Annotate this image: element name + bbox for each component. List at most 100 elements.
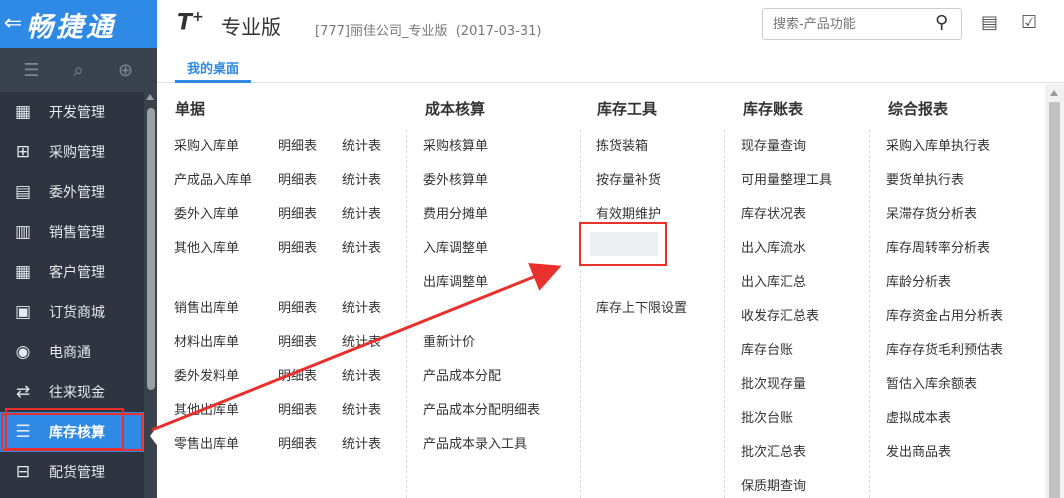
report-link[interactable]: 采购入库单执行表 bbox=[886, 135, 990, 154]
sidebar-item-cash[interactable]: ⇄ 往来现金 bbox=[0, 372, 144, 412]
tool-link[interactable]: 库存上下限设置 bbox=[596, 297, 687, 316]
cost-link[interactable]: 重新计价 bbox=[423, 331, 475, 350]
detail-link[interactable]: 明细表 bbox=[278, 237, 317, 256]
sidebar-item-store[interactable]: ▣ 订货商城 bbox=[0, 292, 144, 332]
detail-link[interactable]: 明细表 bbox=[278, 331, 317, 350]
sidebar-item-label: 客户管理 bbox=[49, 265, 105, 281]
bill-link[interactable]: 委外发料单 bbox=[174, 365, 239, 384]
ledger-link[interactable]: 现存量查询 bbox=[741, 135, 806, 154]
ledger-link[interactable]: 批次台账 bbox=[741, 407, 793, 426]
summary-link[interactable]: 统计表 bbox=[342, 135, 381, 154]
sidebar-nav: ▦ 开发管理 ⊞ 采购管理 ▤ 委外管理 ▥ 销售管理 ▦ 客户管理 ▣ 订货商… bbox=[0, 92, 144, 492]
search-input[interactable] bbox=[762, 8, 962, 40]
sidebar-item-inventory[interactable]: ☰ 库存核算 bbox=[0, 412, 144, 452]
content-scroll-thumb[interactable] bbox=[1049, 102, 1060, 498]
ledger-link[interactable]: 库存台账 bbox=[741, 339, 793, 358]
ecommerce-circle-icon: ◉ bbox=[15, 342, 31, 362]
cost-link[interactable]: 产品成本录入工具 bbox=[423, 433, 527, 452]
sidebar-item-dev[interactable]: ▦ 开发管理 bbox=[0, 92, 144, 132]
bar-chart-icon: ▥ bbox=[14, 222, 32, 242]
report-link[interactable]: 库存存货毛利预估表 bbox=[886, 339, 1003, 358]
cost-link[interactable]: 产品成本分配 bbox=[423, 365, 501, 384]
summary-link[interactable]: 统计表 bbox=[342, 169, 381, 188]
bill-link[interactable]: 零售出库单 bbox=[174, 433, 239, 452]
bill-link[interactable]: 材料出库单 bbox=[174, 331, 239, 350]
summary-link[interactable]: 统计表 bbox=[342, 399, 381, 418]
brand-logo: 畅捷通 bbox=[26, 11, 116, 43]
summary-link[interactable]: 统计表 bbox=[342, 203, 381, 222]
report-link[interactable]: 库存资金占用分析表 bbox=[886, 305, 1003, 324]
sidebar-item-label: 开发管理 bbox=[49, 105, 105, 121]
scroll-up-icon[interactable] bbox=[146, 94, 154, 100]
back-arrow-icon[interactable]: ⇐ bbox=[0, 0, 26, 48]
report-link[interactable]: 库存周转率分析表 bbox=[886, 237, 990, 256]
sidebar-item-outsource[interactable]: ▤ 委外管理 bbox=[0, 172, 144, 212]
bill-link[interactable]: 委外入库单 bbox=[174, 203, 239, 222]
detail-link[interactable]: 明细表 bbox=[278, 297, 317, 316]
search-doc-icon[interactable]: ⌕ bbox=[64, 60, 94, 81]
add-doc-icon[interactable]: ⊕ bbox=[111, 60, 141, 81]
cost-link[interactable]: 出库调整单 bbox=[423, 271, 488, 290]
calculator-icon[interactable]: ▤ bbox=[981, 12, 998, 33]
search-icon[interactable]: ⚲ bbox=[935, 12, 948, 33]
report-link[interactable]: 要货单执行表 bbox=[886, 169, 964, 188]
ledger-link[interactable]: 批次汇总表 bbox=[741, 441, 806, 460]
detail-link[interactable]: 明细表 bbox=[278, 365, 317, 384]
bill-link[interactable]: 其他入库单 bbox=[174, 237, 239, 256]
sidebar-item-customer[interactable]: ▦ 客户管理 bbox=[0, 252, 144, 292]
summary-link[interactable]: 统计表 bbox=[342, 433, 381, 452]
report-link[interactable]: 呆滞存货分析表 bbox=[886, 203, 977, 222]
ledger-link[interactable]: 批次现存量 bbox=[741, 373, 806, 392]
report-link[interactable]: 暂估入库余额表 bbox=[886, 373, 977, 392]
tool-link[interactable]: 有效期维护 bbox=[596, 203, 661, 222]
tool-link[interactable]: 按存量补货 bbox=[596, 169, 661, 188]
highlight-box bbox=[579, 222, 667, 266]
summary-link[interactable]: 统计表 bbox=[342, 237, 381, 256]
ledger-link[interactable]: 库存状况表 bbox=[741, 203, 806, 222]
column-divider bbox=[724, 130, 725, 498]
checklist-icon[interactable]: ☑ bbox=[1021, 12, 1037, 33]
ledger-link[interactable]: 保质期查询 bbox=[741, 475, 806, 494]
menu-panel: 单据 成本核算 库存工具 库存账表 综合报表 采购入库单 明细表 统计表 产成品入库单… bbox=[157, 84, 1045, 498]
ledger-link[interactable]: 出入库汇总 bbox=[741, 271, 806, 290]
menu-icon[interactable]: ☰ bbox=[17, 60, 47, 81]
sidebar-item-ecommerce[interactable]: ◉ 电商通 bbox=[0, 332, 144, 372]
ledger-link[interactable]: 出入库流水 bbox=[741, 237, 806, 256]
sidebar-item-label: 往来现金 bbox=[49, 385, 105, 401]
bill-link[interactable]: 销售出库单 bbox=[174, 297, 239, 316]
detail-link[interactable]: 明细表 bbox=[278, 399, 317, 418]
sidebar-item-sales[interactable]: ▥ 销售管理 bbox=[0, 212, 144, 252]
report-link[interactable]: 发出商品表 bbox=[886, 441, 951, 460]
sidebar-item-delivery[interactable]: ⊟ 配货管理 bbox=[0, 452, 144, 492]
inventory-icon: ☰ bbox=[15, 422, 31, 442]
detail-link[interactable]: 明细表 bbox=[278, 169, 317, 188]
bill-link[interactable]: 产成品入库单 bbox=[174, 169, 252, 188]
detail-link[interactable]: 明细表 bbox=[278, 433, 317, 452]
report-link[interactable]: 虚拟成本表 bbox=[886, 407, 951, 426]
product-name: 专业版 bbox=[221, 15, 281, 39]
bill-link[interactable]: 采购入库单 bbox=[174, 135, 239, 154]
ledger-link[interactable]: 可用量整理工具 bbox=[741, 169, 832, 188]
tool-link[interactable]: 拣货装箱 bbox=[596, 135, 648, 154]
cost-link[interactable]: 产品成本分配明细表 bbox=[423, 399, 540, 418]
cart-icon: ⊞ bbox=[15, 142, 31, 162]
bill-link[interactable]: 其他出库单 bbox=[174, 399, 239, 418]
summary-link[interactable]: 统计表 bbox=[342, 297, 381, 316]
sidebar-scroll-thumb[interactable] bbox=[147, 108, 155, 390]
ledger-link[interactable]: 收发存汇总表 bbox=[741, 305, 819, 324]
report-link[interactable]: 库龄分析表 bbox=[886, 271, 951, 290]
store-icon: ▣ bbox=[14, 302, 32, 322]
company-info: [777]丽佳公司_专业版 (2017-03-31) bbox=[315, 24, 542, 39]
summary-link[interactable]: 统计表 bbox=[342, 365, 381, 384]
cost-link[interactable]: 入库调整单 bbox=[423, 237, 488, 256]
cost-link[interactable]: 采购核算单 bbox=[423, 135, 488, 154]
sidebar-item-purchase[interactable]: ⊞ 采购管理 bbox=[0, 132, 144, 172]
tab-desktop[interactable]: 我的桌面 bbox=[175, 58, 251, 83]
detail-link[interactable]: 明细表 bbox=[278, 135, 317, 154]
content-scrollbar[interactable] bbox=[1045, 84, 1064, 498]
detail-link[interactable]: 明细表 bbox=[278, 203, 317, 222]
summary-link[interactable]: 统计表 bbox=[342, 331, 381, 350]
cost-link[interactable]: 委外核算单 bbox=[423, 169, 488, 188]
scroll-up-icon[interactable] bbox=[1050, 90, 1058, 96]
cost-link[interactable]: 费用分摊单 bbox=[423, 203, 488, 222]
